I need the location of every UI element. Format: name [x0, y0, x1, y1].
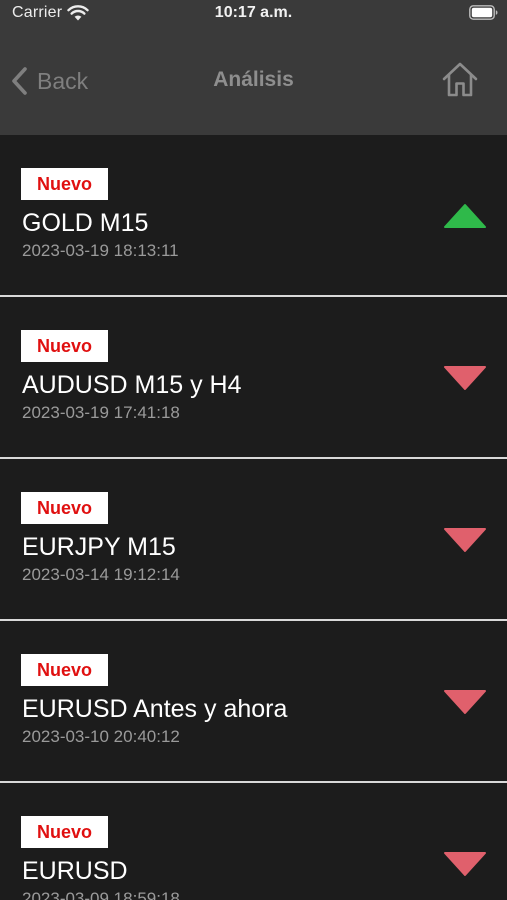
navigation-bar: Back Análisis [0, 30, 507, 135]
trend-down-icon [444, 690, 486, 714]
item-date: 2023-03-09 18:59:18 [22, 889, 180, 900]
trend-up-icon [444, 204, 486, 228]
trend-down-icon [444, 366, 486, 390]
new-badge: Nuevo [21, 168, 108, 200]
item-title: EURUSD Antes y ahora [22, 695, 288, 723]
item-title: AUDUSD M15 y H4 [22, 371, 242, 399]
item-date: 2023-03-14 19:12:14 [22, 565, 180, 584]
status-bar: Carrier 10:17 a.m. [0, 0, 507, 30]
screen: Carrier 10:17 a.m. Back Análisis Nuevo G… [0, 0, 507, 900]
list-item[interactable]: Nuevo EURUSD 2023-03-09 18:59:18 [0, 783, 507, 900]
new-badge: Nuevo [21, 330, 108, 362]
new-badge: Nuevo [21, 816, 108, 848]
list-item[interactable]: Nuevo AUDUSD M15 y H4 2023-03-19 17:41:1… [0, 297, 507, 459]
list-item[interactable]: Nuevo EURUSD Antes y ahora 2023-03-10 20… [0, 621, 507, 783]
item-title: GOLD M15 [22, 209, 149, 237]
analysis-list: Nuevo GOLD M15 2023-03-19 18:13:11 Nuevo… [0, 135, 507, 900]
battery-icon [469, 5, 498, 20]
item-title: EURUSD [22, 857, 128, 885]
page-title: Análisis [213, 68, 294, 91]
top-bar: Carrier 10:17 a.m. Back Análisis [0, 0, 507, 135]
item-title: EURJPY M15 [22, 533, 176, 561]
home-button[interactable] [441, 60, 479, 103]
new-badge: Nuevo [21, 654, 108, 686]
trend-down-icon [444, 852, 486, 876]
list-item[interactable]: Nuevo EURJPY M15 2023-03-14 19:12:14 [0, 459, 507, 621]
list-item[interactable]: Nuevo GOLD M15 2023-03-19 18:13:11 [0, 135, 507, 297]
item-date: 2023-03-19 18:13:11 [22, 241, 179, 260]
new-badge: Nuevo [21, 492, 108, 524]
item-date: 2023-03-19 17:41:18 [22, 403, 180, 422]
item-date: 2023-03-10 20:40:12 [22, 727, 180, 746]
home-icon [442, 62, 478, 97]
clock-time: 10:17 a.m. [214, 4, 293, 21]
trend-down-icon [444, 528, 486, 552]
